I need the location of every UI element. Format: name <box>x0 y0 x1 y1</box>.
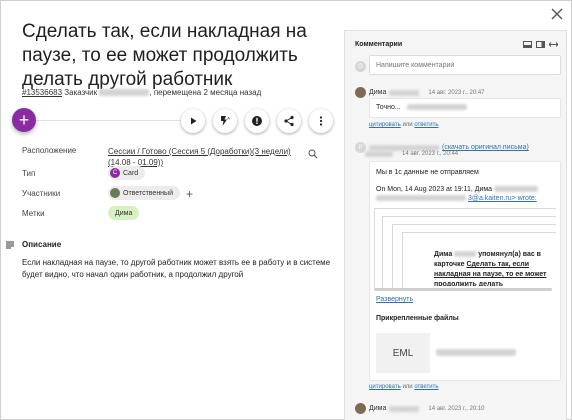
email-address-link[interactable]: 3@a.kaiten.ru> wrote: <box>468 195 537 202</box>
comment-bubble: Мы в 1с данные не отправляем On Mon, 14 … <box>369 161 561 381</box>
reply-link[interactable]: ответить <box>414 384 438 390</box>
more-vertical-icon <box>319 116 323 126</box>
description-text[interactable]: Если накладная на паузе, то другой работ… <box>22 257 332 281</box>
avatar: G <box>355 61 366 72</box>
plus-icon: + <box>186 187 194 201</box>
more-button[interactable] <box>309 109 333 133</box>
block-button[interactable] <box>245 109 269 133</box>
layout-side-icon[interactable] <box>536 41 545 48</box>
card-id-link[interactable]: #13536683 <box>22 88 62 97</box>
download-original-link[interactable]: (скачать оригинал письма) <box>442 144 529 151</box>
participants-label: Участники <box>22 189 61 198</box>
comment-actions: цитировать или ответить <box>369 122 439 128</box>
comments-title: Комментарии <box>355 41 403 48</box>
search-icon <box>308 149 318 159</box>
tags-label: Метки <box>22 209 45 218</box>
play-icon <box>191 117 197 125</box>
email-line: On Mon, 14 Aug 2023 at 19:11, Дима <box>376 186 493 193</box>
card-meta-suffix: , перемещена 2 месяца назад <box>149 88 262 97</box>
comment-header: Дима 14 авг. 2023 г., 20:10 <box>355 403 485 414</box>
comment-time: 14 авг. 2023 г., 20:44 <box>402 151 459 157</box>
alert-icon <box>252 116 262 126</box>
comment-bubble: Точно... <box>369 98 561 118</box>
attachment-file[interactable]: EML <box>376 333 430 373</box>
comment-author: Дима <box>369 405 387 412</box>
type-label: Тип <box>22 169 36 178</box>
redacted-sender <box>369 144 439 151</box>
comment-time: 14 авг. 2023 г., 20:10 <box>428 405 485 412</box>
close-icon <box>551 8 563 20</box>
avatar <box>355 87 366 98</box>
location-label: Расположение <box>22 146 77 155</box>
plus-icon: + <box>18 110 30 130</box>
attachment-type: EML <box>392 347 414 359</box>
expand-link[interactable]: Развернуть <box>376 296 413 303</box>
email-quote-header: On Mon, 14 Aug 2023 at 19:11, Дима <box>376 186 539 193</box>
avatar <box>355 403 366 414</box>
expand-horizontal-icon[interactable] <box>549 41 558 48</box>
play-button[interactable] <box>181 109 205 133</box>
tag-chip[interactable]: Дима <box>108 206 140 220</box>
quote-author: Дима <box>434 251 453 258</box>
add-participant-button[interactable]: + <box>186 188 193 200</box>
quote-link[interactable]: цитировать <box>369 384 401 390</box>
share-button[interactable] <box>277 109 301 133</box>
redacted-text <box>406 104 467 111</box>
redacted-email <box>494 186 539 193</box>
svg-text:A: A <box>227 116 230 121</box>
comment-input[interactable] <box>369 55 561 75</box>
avatar <box>110 188 120 198</box>
add-button[interactable]: + <box>12 108 36 132</box>
actions-or: или <box>402 122 413 128</box>
comments-view-controls <box>523 41 558 48</box>
comment-author: Дима <box>369 89 387 96</box>
comment-text: Точно... <box>376 104 401 111</box>
card-meta: #13536683 Заказчик , перемещена 2 месяца… <box>22 88 332 97</box>
flash-icon: A <box>221 116 230 126</box>
actions-or: или <box>402 384 413 390</box>
flash-button[interactable]: A <box>213 109 237 133</box>
type-value: Card <box>123 169 139 177</box>
card-title[interactable]: Сделать так, если накладная на паузе, то… <box>22 20 322 92</box>
redacted-customer <box>99 89 150 97</box>
redacted-name <box>389 89 420 96</box>
redacted-email <box>376 195 466 202</box>
location-search[interactable] <box>308 146 318 159</box>
text-lines-icon <box>6 241 14 248</box>
comment-actions: цитировать или ответить <box>369 384 439 390</box>
redacted-sender <box>365 151 393 157</box>
layout-bottom-icon[interactable] <box>523 41 532 48</box>
comments-panel: Комментарии G Дима 14 авг. 2023 г., 20:4… <box>344 30 567 420</box>
redacted-name <box>389 405 420 412</box>
close-button[interactable] <box>549 6 565 22</box>
email-line: Мы в 1с данные не отправляем <box>376 169 479 176</box>
attachments-label: Прикрепленные файлы <box>376 315 459 322</box>
comment-header: Дима 14 авг. 2023 г., 20:47 <box>355 87 485 98</box>
type-chip[interactable]: C Card <box>108 166 146 180</box>
comment-subheader: 14 авг. 2023 г., 20:44 <box>355 151 458 157</box>
card-toolbar: A <box>181 109 333 133</box>
reply-link[interactable]: ответить <box>414 122 438 128</box>
location-link[interactable]: Сессии / Готово (Сессия 5 (Доработки)(3 … <box>108 146 298 168</box>
participant-chip[interactable]: Ответственный <box>108 186 180 200</box>
quote-link[interactable]: цитировать <box>369 122 401 128</box>
share-icon <box>284 115 294 127</box>
card-meta-prefix: Заказчик <box>64 88 98 97</box>
comment-time: 14 авг. 2023 г., 20:47 <box>428 89 485 96</box>
divider <box>36 120 186 121</box>
description-heading: Описание <box>6 240 61 249</box>
redacted-name <box>454 251 477 258</box>
email-quote-address: 3@a.kaiten.ru> wrote: <box>376 195 537 202</box>
participant-role: Ответственный <box>123 189 173 197</box>
horizontal-scrollbar[interactable] <box>374 288 552 291</box>
redacted-filename <box>436 349 516 356</box>
type-letter-badge: C <box>110 168 120 178</box>
description-heading-text: Описание <box>22 240 62 249</box>
email-quote-body: Дима упомянул(а) вас в карточке Сделать … <box>434 250 554 286</box>
